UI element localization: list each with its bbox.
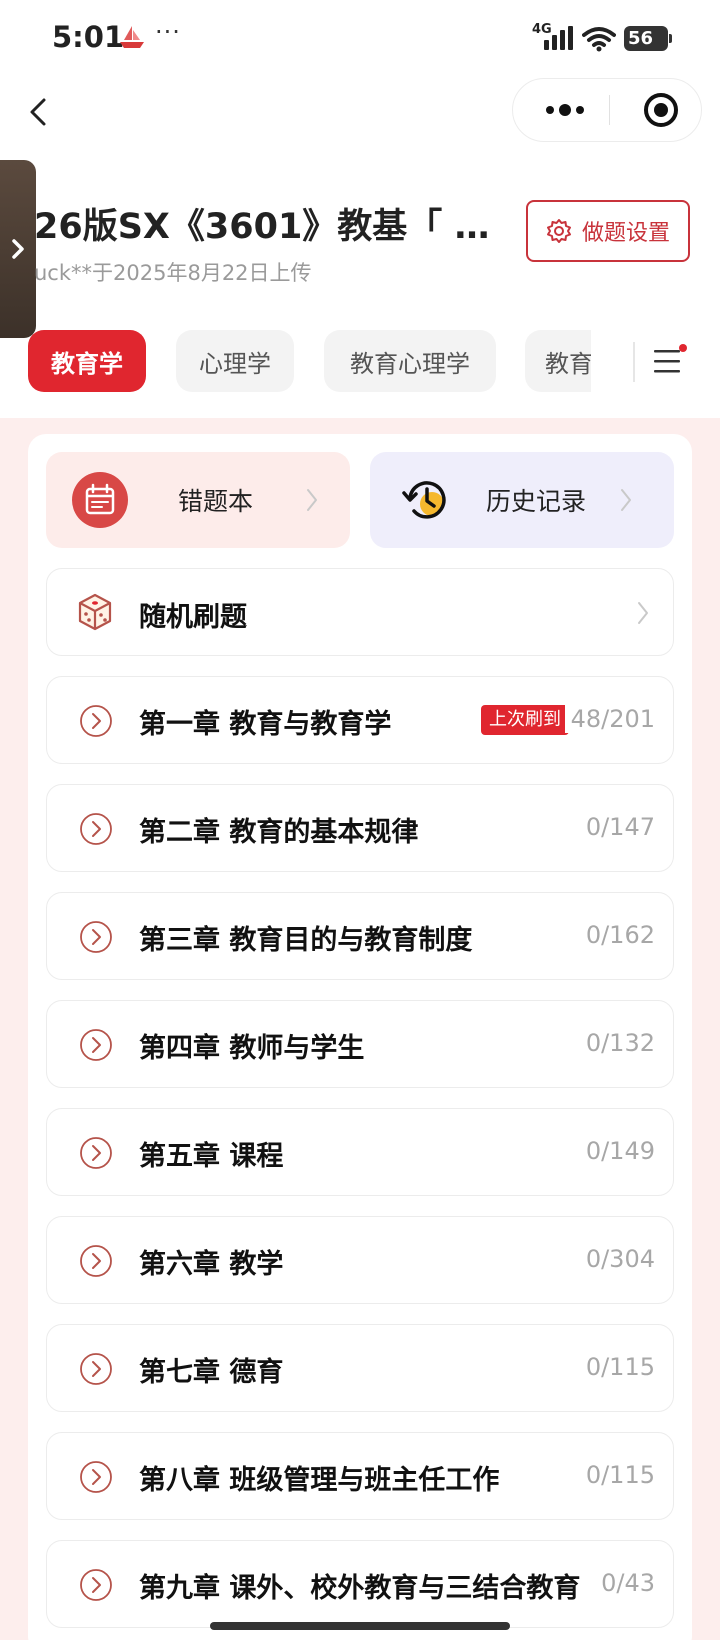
chapter-progress: 48/201 <box>564 705 655 733</box>
chevron-circle-icon <box>80 1245 112 1277</box>
last-position-badge: 上次刷到 <box>481 705 569 735</box>
history-label: 历史记录 <box>486 487 587 516</box>
chevron-circle-icon <box>80 1569 112 1601</box>
status-bar: 5:01 ··· 4G 56 <box>0 0 720 80</box>
status-more-dots: ··· <box>155 18 181 46</box>
home-indicator[interactable] <box>210 1622 510 1630</box>
side-drawer-handle[interactable] <box>0 160 36 338</box>
chapter-progress: 0/162 <box>579 921 655 949</box>
chapter-row[interactable]: 第三章 教育目的与教育制度 0/162 <box>46 892 674 980</box>
battery-icon: 56 <box>624 26 672 51</box>
tab-label: 教育心理学 <box>350 349 470 378</box>
chevron-right-icon <box>621 489 631 511</box>
mini-program-capsule <box>512 78 702 142</box>
chevron-circle-icon <box>80 1029 112 1061</box>
chapter-row[interactable]: 第八章 班级管理与班主任工作 0/115 <box>46 1432 674 1520</box>
quiz-settings-label: 做题设置 <box>581 221 670 246</box>
wrong-book-label: 错题本 <box>178 487 254 516</box>
target-close-icon <box>644 93 678 127</box>
upload-info: uck**于2025年8月22日上传 <box>34 261 312 285</box>
chevron-right-icon <box>638 602 648 624</box>
chevron-circle-icon <box>80 1137 112 1169</box>
signal-icon <box>540 26 574 54</box>
chapter-row[interactable]: 第九章 课外、校外教育与三结合教育 0/43 <box>46 1540 674 1628</box>
chevron-right-icon <box>12 239 24 259</box>
chevron-circle-icon <box>80 705 112 737</box>
chapter-progress: 0/147 <box>579 813 655 841</box>
tab-label: 教育学 <box>51 349 123 378</box>
chevron-circle-icon <box>80 1461 112 1493</box>
screen: 5:01 ··· 4G 56 26版SX《3601》教基「 名师… uck**于… <box>0 0 720 1640</box>
chapter-title: 第七章 德育 <box>139 1357 284 1388</box>
page-title: 26版SX《3601》教基「 名师… <box>34 207 514 247</box>
chevron-left-icon <box>30 98 46 126</box>
back-button[interactable] <box>22 92 56 132</box>
calendar-icon <box>72 472 128 528</box>
dice-icon <box>78 593 112 631</box>
chevron-circle-icon <box>80 921 112 953</box>
chapter-progress: 0/304 <box>579 1245 655 1273</box>
random-practice-button[interactable]: 随机刷题 <box>46 568 674 656</box>
chevron-circle-icon <box>80 813 112 845</box>
capsule-divider <box>609 95 610 125</box>
menu-icon <box>654 344 687 373</box>
chapter-progress: 0/132 <box>579 1029 655 1057</box>
tab-educational-psychology[interactable]: 教育心理学 <box>324 330 496 392</box>
chapter-title: 第九章 课外、校外教育与三结合教育 <box>139 1573 581 1604</box>
boat-icon <box>118 24 146 54</box>
tab-psychology[interactable]: 心理学 <box>176 330 294 392</box>
subject-tabs: 教育学 心理学 教育心理学 教育 <box>0 330 720 394</box>
clock-history-icon <box>402 481 446 519</box>
chapter-progress: 0/115 <box>579 1353 655 1381</box>
chapter-row[interactable]: 第七章 德育 0/115 <box>46 1324 674 1412</box>
gear-icon <box>546 219 571 243</box>
battery-level: 56 <box>628 28 654 49</box>
quiz-settings-button[interactable]: 做题设置 <box>526 200 690 262</box>
more-button[interactable] <box>535 79 595 141</box>
tab-label: 心理学 <box>199 349 271 378</box>
chapter-title: 第六章 教学 <box>139 1249 284 1280</box>
wifi-icon <box>582 26 616 56</box>
chapter-title: 第一章 教育与教育学 <box>139 709 392 740</box>
wrong-book-button[interactable]: 错题本 <box>46 452 350 548</box>
tabs-divider <box>633 342 635 382</box>
history-button[interactable]: 历史记录 <box>370 452 674 548</box>
chapter-row[interactable]: 第一章 教育与教育学 上次刷到 48/201 <box>46 676 674 764</box>
close-button[interactable] <box>633 79 689 141</box>
chapter-progress: 0/149 <box>579 1137 655 1165</box>
chapter-row[interactable]: 第五章 课程 0/149 <box>46 1108 674 1196</box>
tab-education-more[interactable]: 教育 <box>525 330 591 392</box>
tab-education[interactable]: 教育学 <box>28 330 146 392</box>
tab-label: 教育 <box>545 349 591 378</box>
chapter-row[interactable]: 第四章 教师与学生 0/132 <box>46 1000 674 1088</box>
chevron-circle-icon <box>80 1353 112 1385</box>
chevron-right-icon <box>307 489 317 511</box>
chapter-title: 第八章 班级管理与班主任工作 <box>139 1465 500 1496</box>
chapter-row[interactable]: 第二章 教育的基本规律 0/147 <box>46 784 674 872</box>
more-dots-icon <box>546 104 584 116</box>
chapter-title: 第三章 教育目的与教育制度 <box>139 925 473 956</box>
status-time: 5:01 <box>52 20 125 54</box>
chapter-progress: 0/115 <box>579 1461 655 1489</box>
chapter-title: 第五章 课程 <box>139 1141 284 1172</box>
chapter-title: 第四章 教师与学生 <box>139 1033 365 1064</box>
chapter-row[interactable]: 第六章 教学 0/304 <box>46 1216 674 1304</box>
chapter-title: 第二章 教育的基本规律 <box>139 817 419 848</box>
random-practice-label: 随机刷题 <box>139 602 247 633</box>
chapter-progress: 0/43 <box>595 1569 655 1597</box>
tabs-menu-button[interactable] <box>652 344 688 380</box>
